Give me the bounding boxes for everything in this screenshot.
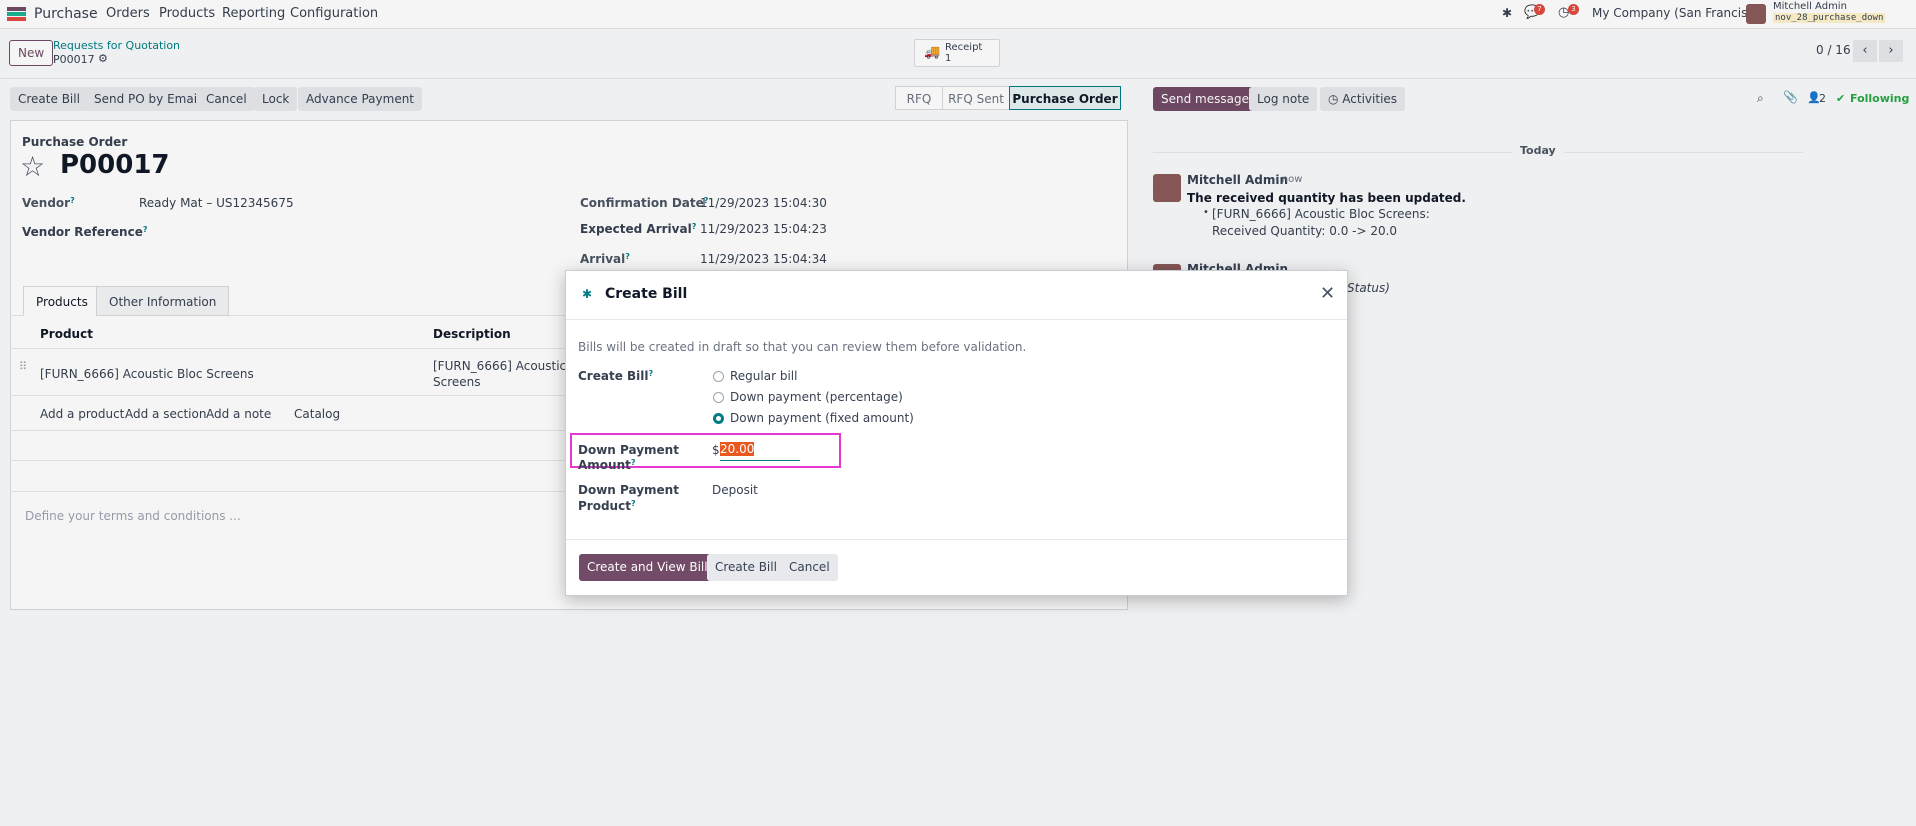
create-bill-dialog-button[interactable]: Create Bill (707, 554, 785, 581)
radio-regular-bill[interactable] (713, 371, 724, 382)
debug-bug-icon[interactable]: ✱ (582, 287, 592, 301)
cancel-dialog-button[interactable]: Cancel (781, 554, 838, 581)
currency-symbol: $ (712, 443, 720, 457)
create-bill-field-label: Create Bill? (578, 369, 654, 383)
option-down-payment-percentage[interactable]: Down payment (percentage) (730, 390, 903, 404)
radio-down-payment-percentage[interactable] (713, 392, 724, 403)
down-payment-product-label-1: Down Payment (578, 483, 679, 497)
dialog-title: Create Bill (605, 286, 688, 302)
down-payment-amount-input[interactable]: 20.00 (720, 442, 800, 461)
down-payment-amount-label-2: Amount? (578, 458, 636, 472)
create-bill-dialog: ✱ Create Bill ✕ Bills will be created in… (565, 270, 1348, 596)
dialog-intro: Bills will be created in draft so that y… (578, 340, 1027, 354)
option-regular-bill[interactable]: Regular bill (730, 369, 797, 383)
down-payment-amount-label-1: Down Payment (578, 443, 679, 457)
radio-down-payment-fixed[interactable] (713, 413, 724, 424)
create-and-view-bill-button[interactable]: Create and View Bill (579, 554, 716, 581)
amount-selected-text: 20.00 (720, 442, 755, 456)
close-icon[interactable]: ✕ (1320, 283, 1335, 304)
down-payment-product-label-2: Product? (578, 499, 636, 513)
down-payment-product-value[interactable]: Deposit (712, 483, 758, 497)
option-down-payment-fixed[interactable]: Down payment (fixed amount) (730, 411, 914, 425)
